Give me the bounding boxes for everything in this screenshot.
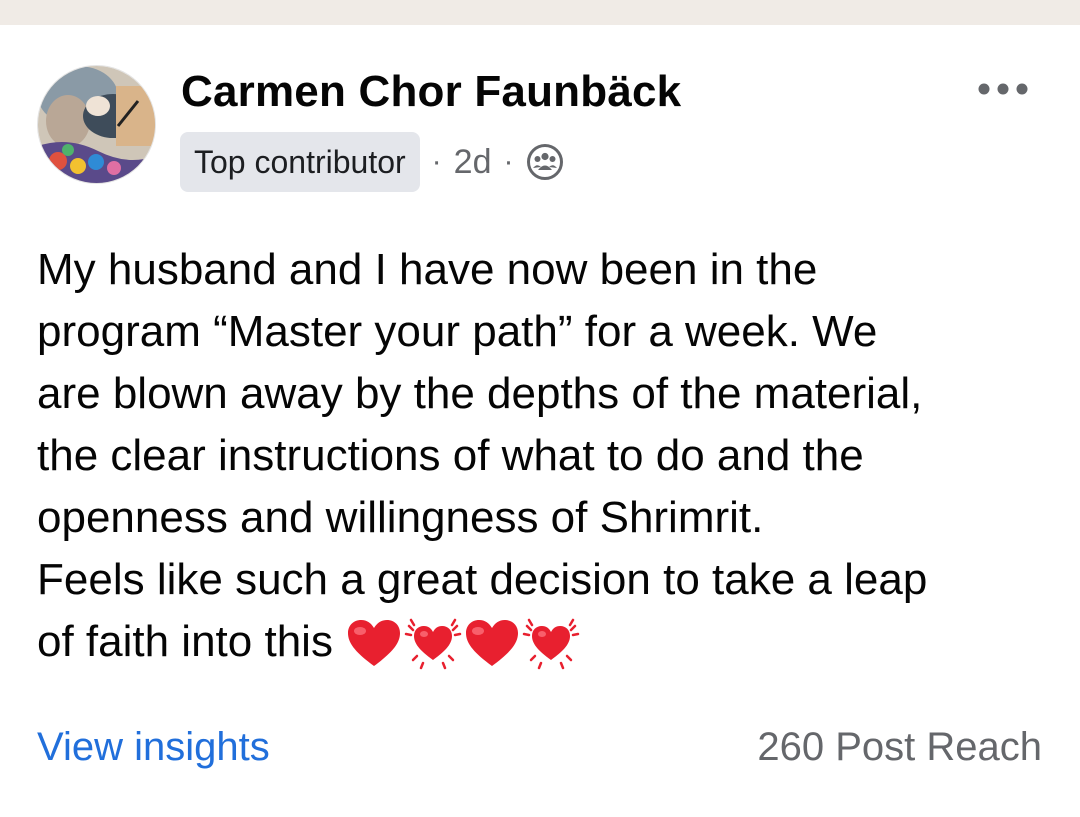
post-text-line: are blown away by the depths of the mate…: [37, 369, 923, 418]
post-text-line: Feels like such a great decision to take…: [37, 555, 928, 604]
top-contributor-badge[interactable]: Top contributor: [180, 132, 420, 192]
red-heart-icon: [465, 620, 518, 667]
group-icon[interactable]: [526, 143, 564, 181]
post-meta: Top contributor · 2d ·: [180, 132, 564, 192]
more-horizontal-icon: [978, 83, 1028, 95]
post-text-last-line: of faith into this: [37, 611, 1057, 673]
view-insights-link[interactable]: View insights: [37, 725, 270, 770]
post-text-line: the clear instructions of what to do and…: [37, 431, 864, 480]
post-timestamp[interactable]: 2d: [454, 143, 492, 182]
post-text-line: openness and willingness of Shrimrit.: [37, 493, 764, 542]
post-text: My husband and I have now been in the pr…: [37, 239, 1057, 673]
meta-separator: ·: [431, 145, 442, 178]
meta-separator: ·: [503, 145, 514, 178]
author-name[interactable]: Carmen Chor Faunbäck: [181, 67, 681, 117]
more-options-button[interactable]: [968, 73, 1038, 105]
beating-heart-icon: [404, 619, 462, 670]
beating-heart-icon: [522, 619, 580, 670]
avatar[interactable]: [37, 65, 156, 184]
post-text-line: program “Master your path” for a week. W…: [37, 307, 878, 356]
post-text-line: My husband and I have now been in the: [37, 245, 818, 294]
post-reach-count: 260 Post Reach: [757, 725, 1042, 769]
red-heart-icon: [347, 620, 400, 667]
top-separator-strip: [0, 0, 1080, 25]
post-text-line: of faith into this: [37, 617, 333, 666]
emoji-row: [345, 616, 581, 672]
post-card: Carmen Chor Faunbäck Top contributor · 2…: [0, 25, 1080, 817]
